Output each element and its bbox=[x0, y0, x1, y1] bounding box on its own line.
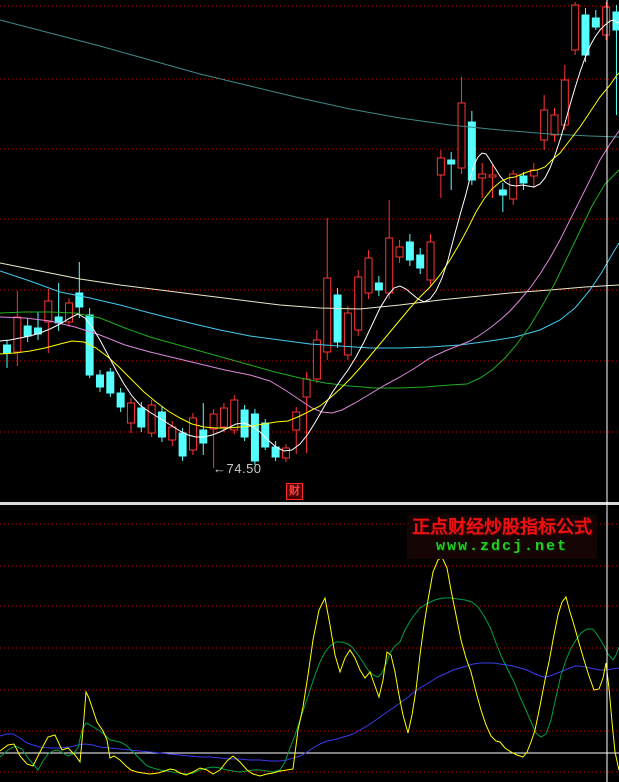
candle-body bbox=[592, 18, 599, 27]
candle-body bbox=[179, 433, 186, 456]
candle-body bbox=[406, 242, 413, 260]
candle-body bbox=[324, 278, 331, 352]
candle-body bbox=[437, 158, 444, 175]
candle-body bbox=[138, 408, 145, 427]
candle-body bbox=[365, 258, 372, 293]
candle-body bbox=[313, 340, 320, 379]
watermark-title: 正点财经炒股指标公式 bbox=[407, 516, 597, 538]
candle-body bbox=[4, 345, 11, 353]
candle-body bbox=[561, 80, 568, 125]
candle-body bbox=[117, 393, 124, 407]
candle-body bbox=[303, 379, 310, 397]
chart-tag-badge: 财 bbox=[286, 483, 303, 500]
indicator-green-mid bbox=[0, 598, 619, 774]
candle-body bbox=[448, 160, 455, 164]
candle-body bbox=[375, 283, 382, 290]
candle-body bbox=[251, 414, 258, 461]
candle-body bbox=[541, 110, 548, 140]
candle-body bbox=[479, 174, 486, 178]
candle-body bbox=[169, 427, 176, 440]
indicator-blue-slow bbox=[0, 663, 619, 761]
candle-body bbox=[458, 103, 465, 168]
candle-body bbox=[148, 405, 155, 433]
candle-body bbox=[96, 375, 103, 387]
candle-body bbox=[14, 317, 21, 352]
candle-body bbox=[293, 412, 300, 430]
candle-body bbox=[386, 238, 393, 293]
candle-body bbox=[582, 15, 589, 55]
ma-cream-long bbox=[0, 263, 619, 309]
candle-body bbox=[603, 7, 610, 35]
stock-chart-window: ←74.50 财 正点财经炒股指标公式 www.zdcj.net bbox=[0, 0, 619, 782]
candle-body bbox=[417, 255, 424, 268]
candle-body bbox=[396, 247, 403, 257]
price-chart-svg bbox=[0, 0, 619, 782]
candle-body bbox=[127, 403, 134, 423]
candle-body bbox=[334, 295, 341, 342]
watermark-url: www.zdcj.net bbox=[407, 538, 597, 556]
candle-body bbox=[572, 5, 579, 50]
candle-body bbox=[427, 242, 434, 280]
watermark: 正点财经炒股指标公式 www.zdcj.net bbox=[407, 515, 597, 559]
candle-body bbox=[210, 414, 217, 429]
candle-body bbox=[520, 176, 527, 183]
candle-body bbox=[220, 408, 227, 427]
candle-body bbox=[613, 12, 619, 30]
price-annotation: ←74.50 bbox=[213, 461, 262, 476]
candle-body bbox=[499, 190, 506, 195]
candle-body bbox=[489, 175, 496, 177]
candle-body bbox=[24, 326, 31, 336]
candle-body bbox=[551, 115, 558, 135]
candle-body bbox=[344, 313, 351, 355]
candle-body bbox=[158, 412, 165, 437]
candle-body bbox=[231, 400, 238, 430]
indicator-yellow-fast bbox=[0, 557, 619, 776]
candle-body bbox=[282, 448, 289, 458]
candle-body bbox=[355, 277, 362, 330]
panel-divider bbox=[0, 502, 619, 505]
candle-body bbox=[107, 372, 114, 393]
